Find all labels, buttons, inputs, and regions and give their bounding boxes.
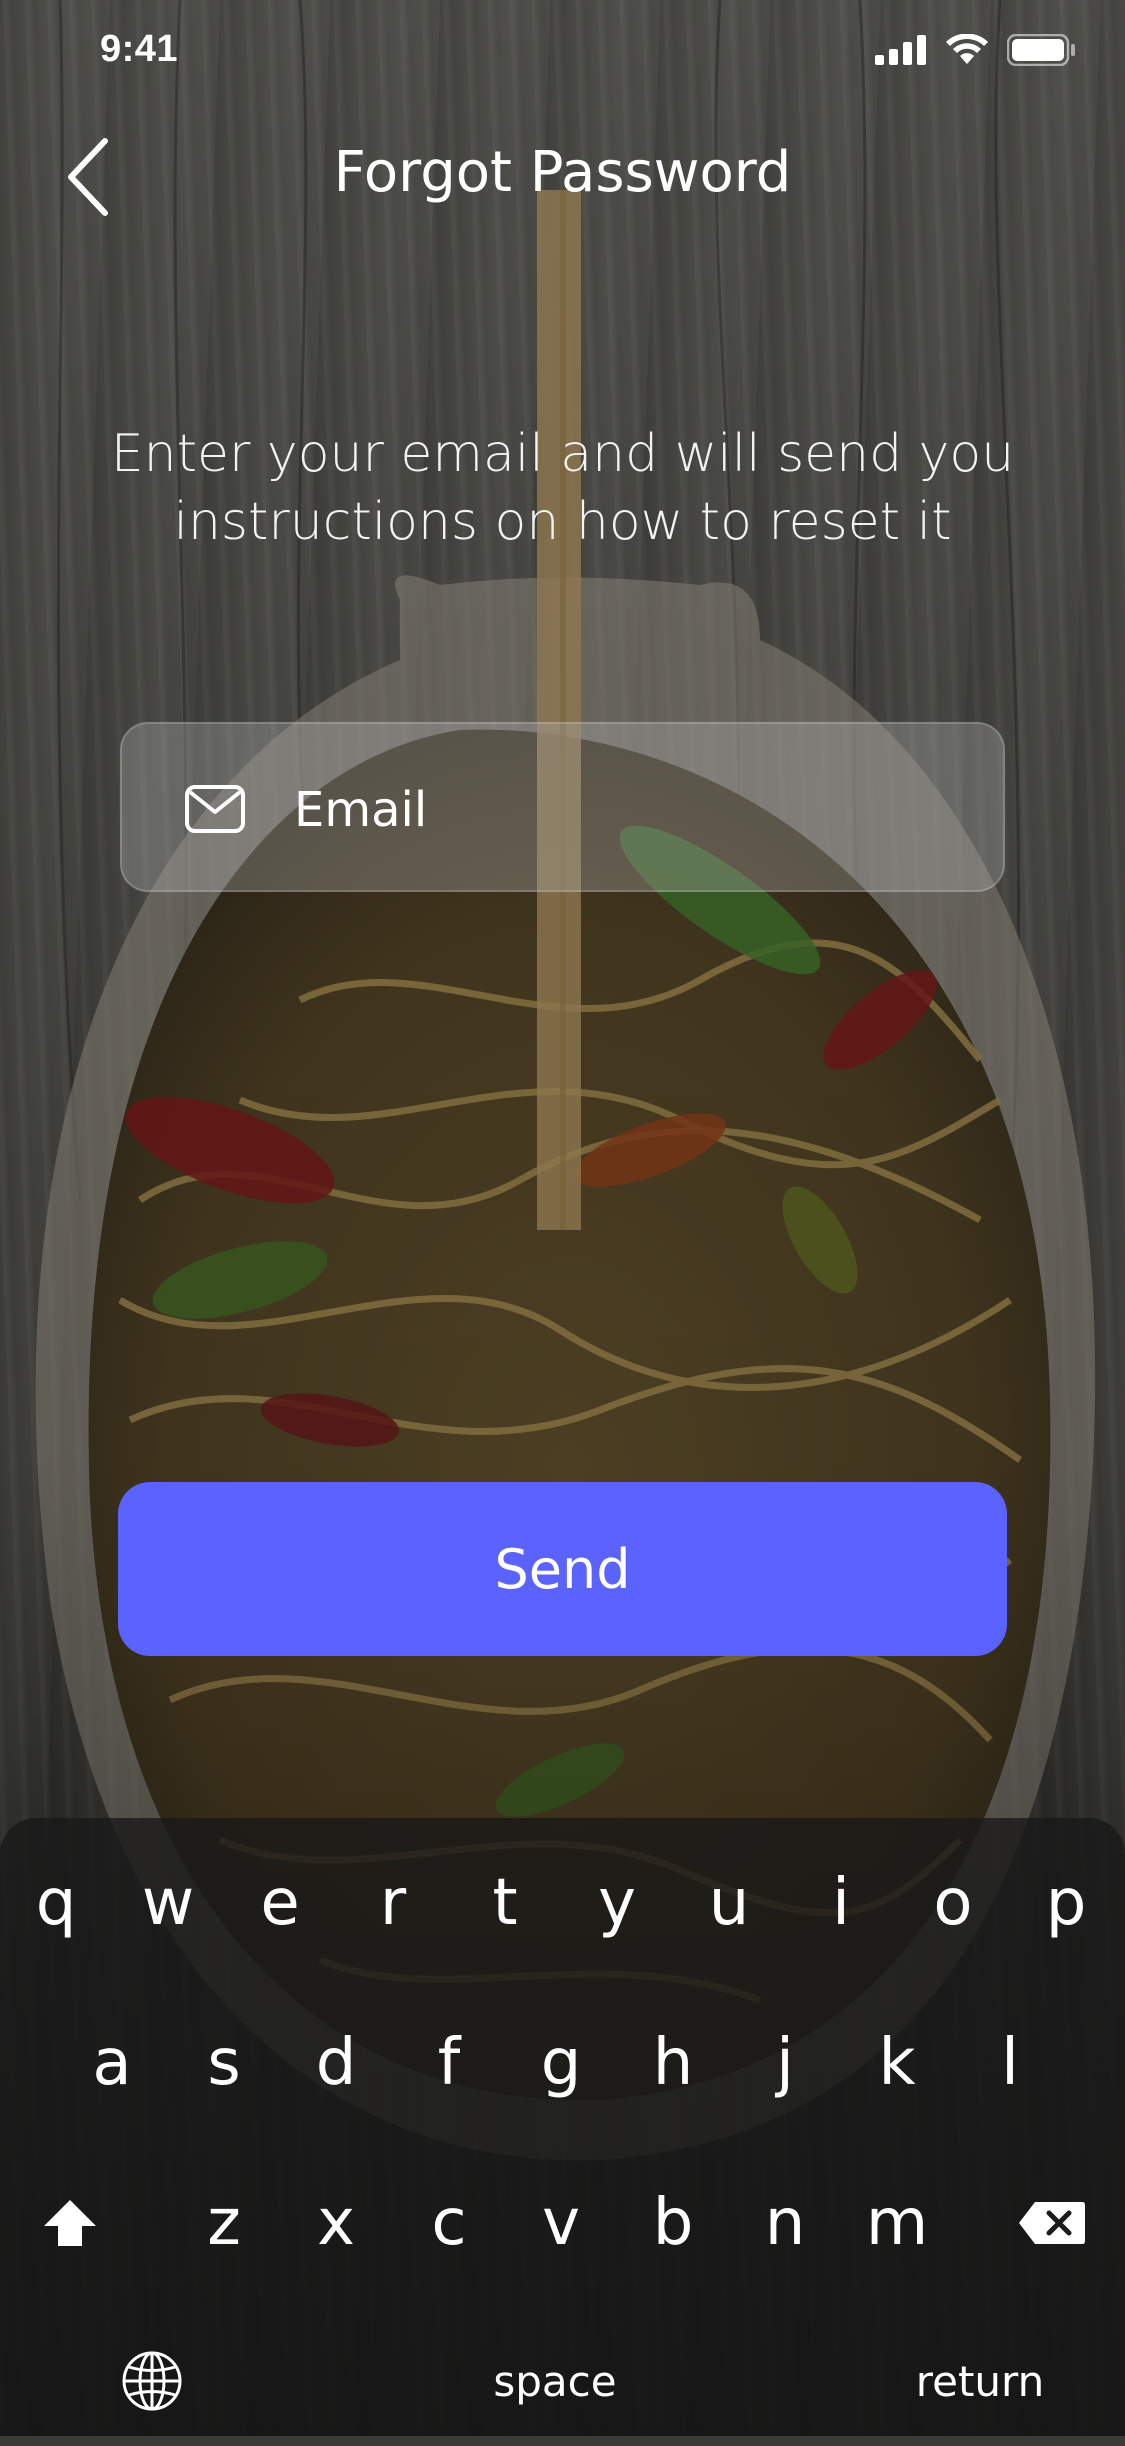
key-k[interactable]: k bbox=[847, 2008, 947, 2118]
keyboard-row-4: space return bbox=[0, 2326, 1125, 2446]
status-bar: 9:41 bbox=[0, 0, 1125, 100]
wifi-icon bbox=[946, 34, 988, 64]
key-c[interactable]: c bbox=[399, 2168, 499, 2278]
mail-icon bbox=[185, 785, 245, 833]
key-r[interactable]: r bbox=[343, 1848, 443, 1958]
key-x[interactable]: x bbox=[286, 2168, 386, 2278]
key-n[interactable]: n bbox=[735, 2168, 835, 2278]
key-b[interactable]: b bbox=[623, 2168, 723, 2278]
shift-key[interactable] bbox=[20, 2168, 120, 2278]
return-key[interactable]: return bbox=[880, 2326, 1080, 2436]
signal-icon bbox=[875, 35, 926, 65]
delete-icon bbox=[1019, 2202, 1085, 2244]
key-v[interactable]: v bbox=[511, 2168, 611, 2278]
key-o[interactable]: o bbox=[903, 1848, 1003, 1958]
key-w[interactable]: w bbox=[118, 1848, 218, 1958]
key-m[interactable]: m bbox=[847, 2168, 947, 2278]
status-icons bbox=[875, 34, 1077, 66]
email-input[interactable] bbox=[292, 774, 976, 846]
battery-icon bbox=[1007, 34, 1075, 66]
status-time: 9:41 bbox=[100, 28, 179, 70]
globe-icon bbox=[122, 2351, 182, 2411]
delete-key[interactable] bbox=[1002, 2168, 1102, 2278]
key-d[interactable]: d bbox=[286, 2008, 386, 2118]
key-e[interactable]: e bbox=[230, 1848, 330, 1958]
page-title: Forgot Password bbox=[333, 140, 792, 205]
key-a[interactable]: a bbox=[62, 2008, 162, 2118]
key-q[interactable]: q bbox=[6, 1848, 106, 1958]
instructions-text: Enter your email and will send you instr… bbox=[110, 424, 1015, 552]
email-field[interactable] bbox=[120, 722, 1005, 892]
key-s[interactable]: s bbox=[174, 2008, 274, 2118]
key-i[interactable]: i bbox=[791, 1848, 891, 1958]
key-g[interactable]: g bbox=[511, 2008, 611, 2118]
key-t[interactable]: t bbox=[455, 1848, 555, 1958]
key-y[interactable]: y bbox=[567, 1848, 667, 1958]
globe-key[interactable] bbox=[100, 2326, 204, 2436]
keyboard-row-2: a s d f g h j k l bbox=[0, 2008, 1125, 2128]
send-button[interactable]: Send bbox=[118, 1482, 1007, 1656]
key-h[interactable]: h bbox=[623, 2008, 723, 2118]
key-u[interactable]: u bbox=[679, 1848, 779, 1958]
navigation-bar: Forgot Password bbox=[0, 120, 1125, 230]
onscreen-keyboard: q w e r t y u i o p a s d f g h j k l z … bbox=[0, 1818, 1125, 2436]
key-z[interactable]: z bbox=[174, 2168, 274, 2278]
key-f[interactable]: f bbox=[399, 2008, 499, 2118]
space-key[interactable]: space bbox=[330, 2326, 780, 2436]
shift-icon bbox=[44, 2200, 96, 2246]
key-j[interactable]: j bbox=[735, 2008, 835, 2118]
keyboard-row-1: q w e r t y u i o p bbox=[0, 1848, 1125, 1968]
key-p[interactable]: p bbox=[1016, 1848, 1116, 1958]
keyboard-row-3: z x c v b n m bbox=[0, 2168, 1125, 2288]
key-l[interactable]: l bbox=[960, 2008, 1060, 2118]
